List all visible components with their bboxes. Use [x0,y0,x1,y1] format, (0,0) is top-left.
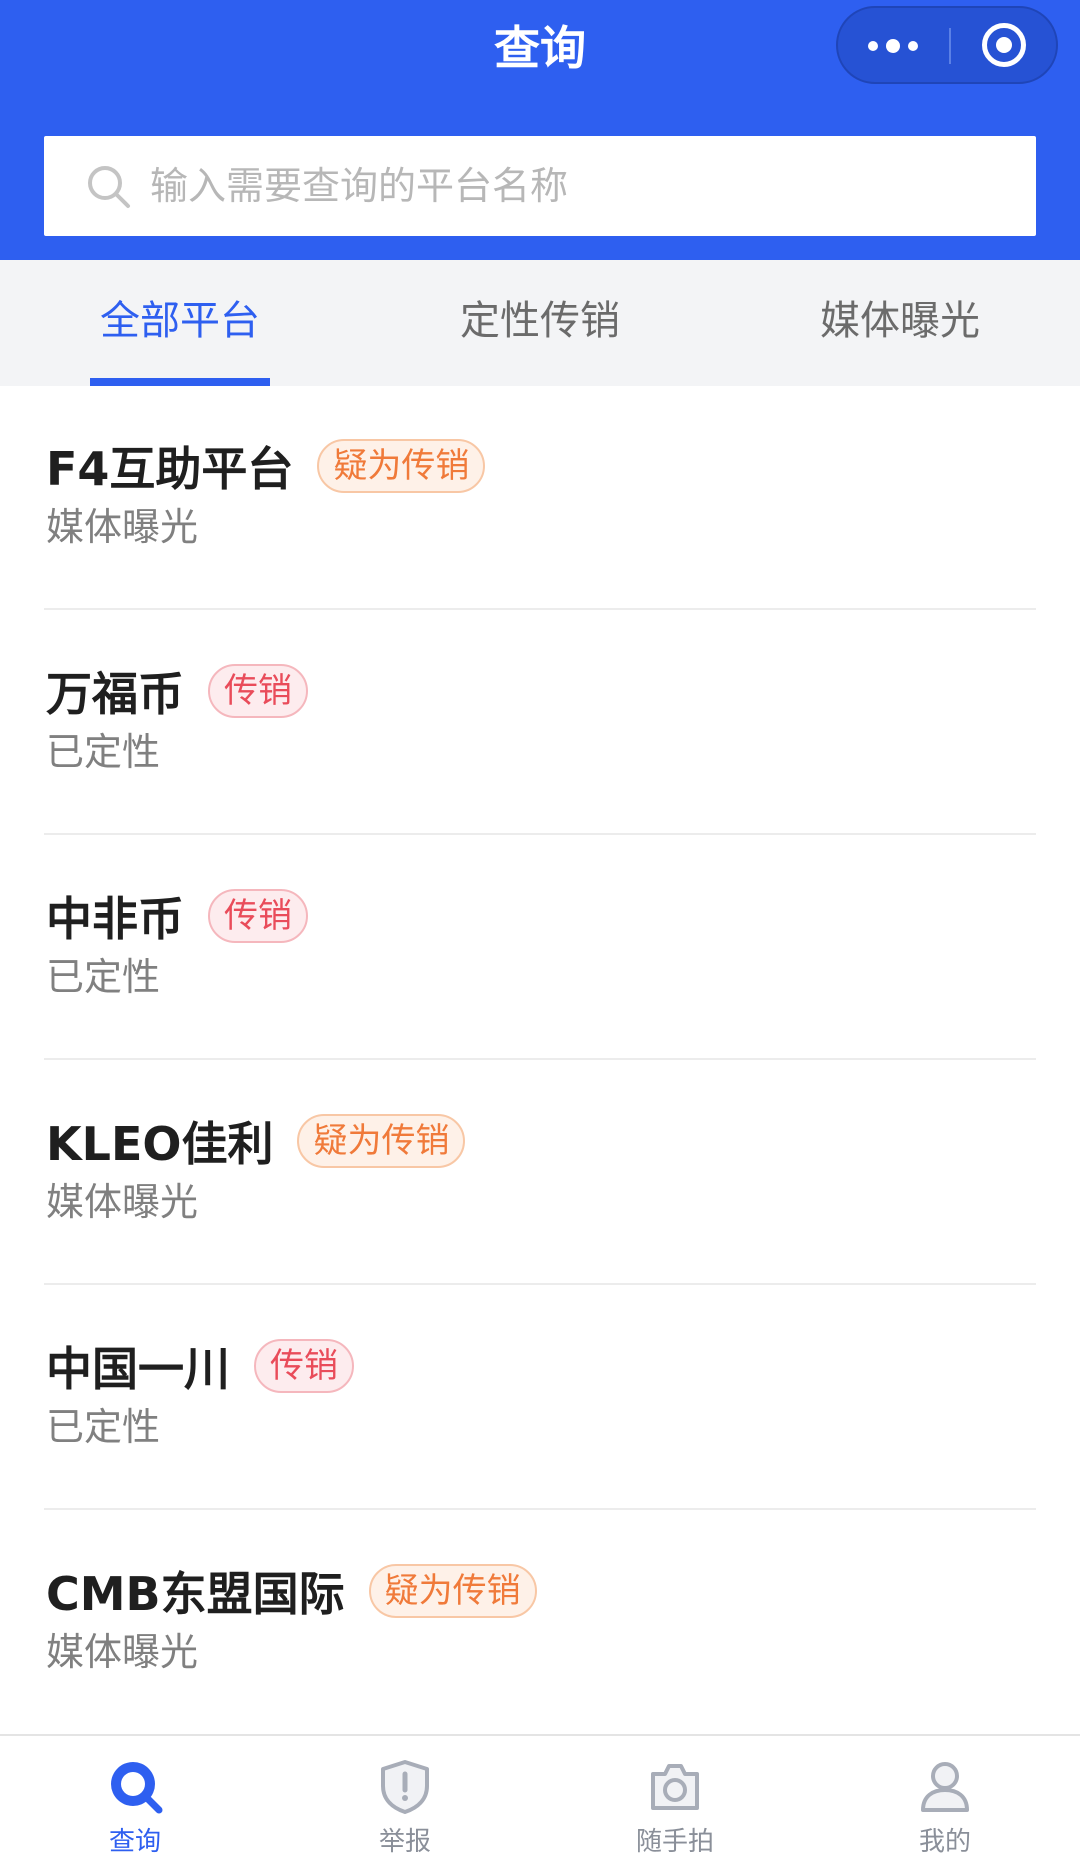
bottom-tab-bar: 查询 举报 随手拍 我的 [0,1734,1080,1860]
tab-all-platforms[interactable]: 全部平台 [0,260,360,386]
list-item[interactable]: F4互助平台 疑为传销 媒体曝光 [0,386,1080,611]
tabbar-item-snapshot[interactable]: 随手拍 [540,1736,810,1860]
divider [44,608,1036,610]
platform-name: 万福币 [46,667,184,721]
tab-media-exposure[interactable]: 媒体曝光 [720,260,1080,386]
status-badge: 疑为传销 [297,1114,466,1168]
platform-category: 媒体曝光 [46,1630,199,1674]
more-dots-icon [886,39,900,53]
list-item-header: F4互助平台 疑为传销 [46,436,486,496]
tabbar-label: 查询 [108,1827,161,1857]
tabbar-label: 我的 [918,1827,971,1857]
capsule-divider [949,28,951,64]
status-badge: 传销 [208,889,308,943]
list-item[interactable]: KLEO佳利 疑为传销 媒体曝光 [0,1061,1080,1286]
more-dots-icon [908,41,918,51]
category-tabs: 全部平台 定性传销 媒体曝光 [0,260,1080,386]
platform-name: CMB东盟国际 [46,1567,345,1621]
tabbar-item-profile[interactable]: 我的 [810,1736,1080,1860]
status-badge: 传销 [254,1339,354,1393]
list-item[interactable]: CMB东盟国际 疑为传销 媒体曝光 [0,1511,1080,1736]
tabbar-item-report[interactable]: 举报 [270,1736,540,1860]
header: 查询 [0,0,1080,260]
more-button[interactable] [838,8,948,82]
divider [44,833,1036,835]
camera-icon [651,1764,699,1810]
divider [44,1508,1036,1510]
tab-confirmed-mlm[interactable]: 定性传销 [360,260,720,386]
platform-name: 中国一川 [46,1342,230,1396]
platform-name: F4互助平台 [46,442,294,496]
list-item-header: 万福币 传销 [46,661,308,721]
tabbar-label: 随手拍 [635,1827,714,1857]
list-item-header: 中非币 传销 [46,886,308,946]
tabbar-item-query[interactable]: 查询 [0,1736,270,1860]
active-tab-indicator [90,378,270,386]
list-item[interactable]: 万福币 传销 已定性 [0,611,1080,836]
platform-name: KLEO佳利 [46,1117,274,1171]
status-badge: 疑为传销 [368,1564,537,1618]
list-item-header: CMB东盟国际 疑为传销 [46,1561,537,1621]
platform-list: F4互助平台 疑为传销 媒体曝光 万福币 传销 已定性 中非币 传销 已定性 K… [0,386,1080,1736]
divider [44,1058,1036,1060]
app: 查询 全部平台 定性传销 媒体曝光 [0,0,1080,1860]
search-icon [88,166,130,208]
user-icon [921,1762,969,1812]
mini-program-capsule [836,6,1058,84]
platform-name: 中非币 [46,892,184,946]
list-item-header: 中国一川 传销 [46,1336,354,1396]
more-dots-icon [868,41,878,51]
status-badge: 传销 [208,664,308,718]
list-item-header: KLEO佳利 疑为传销 [46,1111,466,1171]
search-box[interactable] [44,136,1036,236]
target-icon-core [996,37,1012,53]
list-item[interactable]: 中非币 传销 已定性 [0,836,1080,1061]
divider [44,1283,1036,1285]
tabbar-label: 举报 [378,1827,431,1857]
close-button[interactable] [952,8,1058,82]
search-icon [111,1762,163,1814]
platform-category: 媒体曝光 [46,505,199,549]
platform-category: 已定性 [46,1405,161,1449]
platform-category: 已定性 [46,955,161,999]
platform-category: 已定性 [46,730,161,774]
search-input[interactable] [150,136,1010,236]
list-item[interactable]: 中国一川 传销 已定性 [0,1286,1080,1511]
platform-category: 媒体曝光 [46,1180,199,1224]
shield-alert-icon [381,1760,429,1814]
status-badge: 疑为传销 [317,439,486,493]
